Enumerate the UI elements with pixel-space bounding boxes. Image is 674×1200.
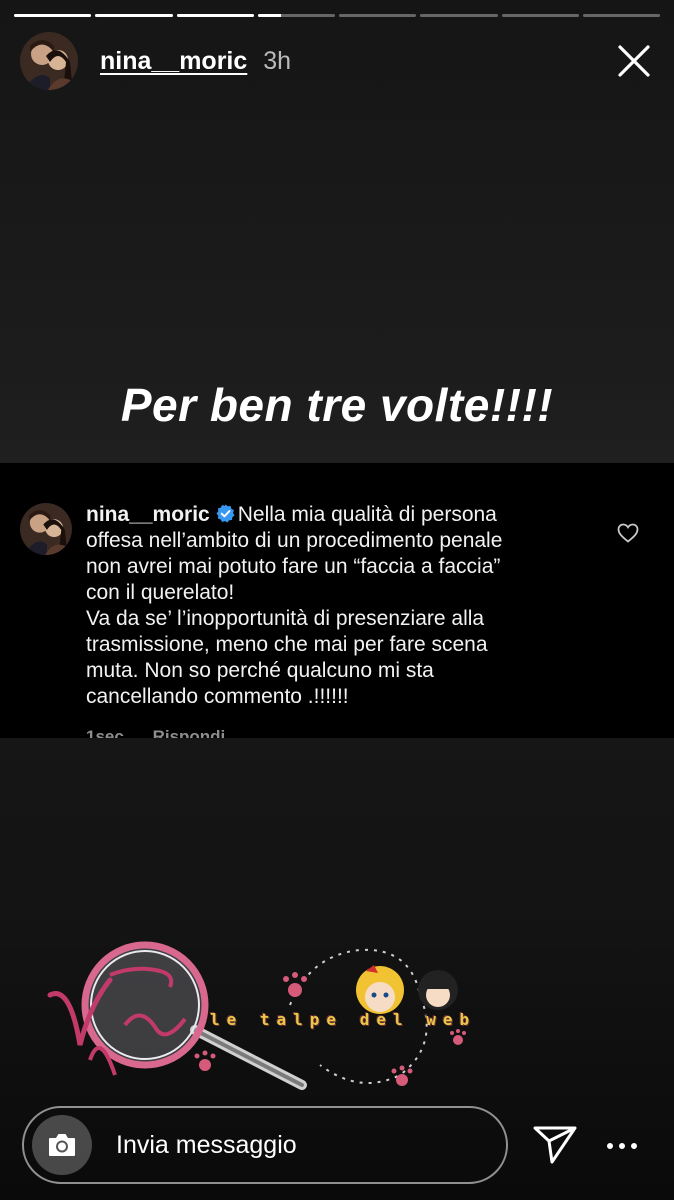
progress-segment	[582, 14, 660, 17]
progress-fill	[95, 14, 173, 17]
story-timestamp: 3h	[263, 46, 292, 75]
more-icon[interactable]	[606, 1130, 638, 1162]
progress-fill	[176, 14, 254, 17]
message-placeholder: Invia messaggio	[116, 1130, 297, 1159]
avatar[interactable]	[20, 32, 78, 90]
story-caption: Per ben tre volte!!!!	[120, 379, 554, 431]
comment-line-3: non avrei mai potuto fare un “faccia a f…	[86, 555, 501, 578]
close-icon[interactable]	[614, 41, 654, 81]
progress-fill	[14, 14, 92, 17]
comment-reply: Rispondi	[152, 727, 226, 738]
comment-line-4: con il querelato!	[86, 581, 235, 604]
story-header: nina__moric 3h	[20, 32, 654, 90]
comment-first-line: nina__moric Nella mia qualità di persona	[86, 502, 576, 528]
comment-time: 1sec	[86, 727, 124, 738]
comment-avatar	[20, 503, 72, 555]
watermark-tagline: le talpe del web	[210, 1010, 477, 1029]
heart-icon	[616, 521, 640, 545]
comment-line-1: Nella mia qualità di persona	[237, 503, 497, 526]
progress-segment	[176, 14, 254, 17]
comment-line-6: trasmissione, meno che mai per fare scen…	[86, 633, 488, 656]
comment-line-5: Va da se’ l’inopportunità di presenziare…	[86, 607, 485, 630]
camera-icon[interactable]	[32, 1115, 92, 1175]
comment-meta: 1sec Rispondi	[86, 727, 249, 738]
message-input[interactable]: Invia messaggio	[22, 1106, 508, 1184]
story-progress-bar	[14, 14, 660, 17]
progress-fill	[257, 14, 281, 17]
progress-segment	[14, 14, 92, 17]
comment-text: nina__moric Nella mia qualità di persona …	[86, 502, 576, 710]
progress-segment	[501, 14, 579, 17]
verified-badge-icon	[216, 504, 235, 523]
comment-line-2: offesa nell’ambito di un procedimento pe…	[86, 529, 503, 552]
send-icon[interactable]	[532, 1124, 578, 1166]
story-username[interactable]: nina__moric	[100, 47, 247, 76]
comment-line-8: cancellando commento .!!!!!!	[86, 685, 349, 708]
comment-line-7: muta. Non so perché qualcuno mi sta	[86, 659, 434, 682]
comment-screenshot: nina__moric Nella mia qualità di persona …	[0, 463, 674, 738]
progress-segment	[339, 14, 417, 17]
progress-segment	[420, 14, 498, 17]
progress-segment	[95, 14, 173, 17]
progress-segment	[257, 14, 335, 17]
comment-username: nina__moric	[86, 503, 210, 526]
